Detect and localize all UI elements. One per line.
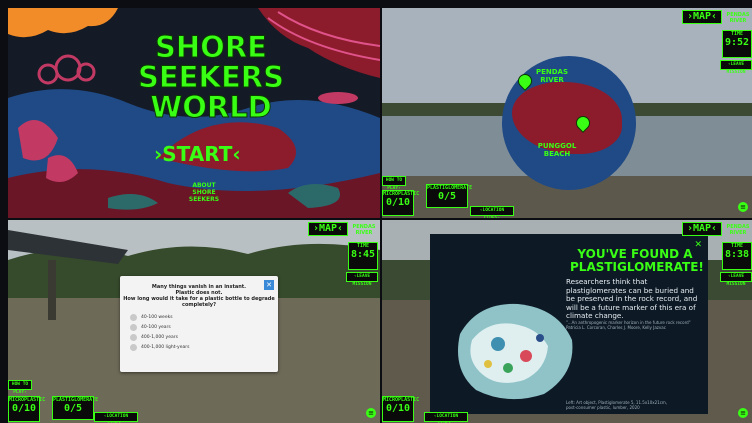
image-caption: Left: Art object, Plastiglomerate 5, 11.… [566,400,704,410]
menu-icon[interactable]: ≡ [738,202,748,212]
start-button[interactable]: ›START‹ [154,142,241,166]
quiz-option[interactable]: 400-1,000 light-years [130,344,278,351]
menu-icon[interactable]: ≡ [366,408,376,418]
microplastic-value: 0/10 [385,197,411,208]
quiz-close-button[interactable]: ✕ [264,280,274,290]
map-button[interactable]: ›MAP‹ [682,10,722,24]
timer-value: 9:52 [724,37,750,48]
radio-icon [130,344,137,351]
how-to-play-button[interactable]: HOW TO PLAY› [8,380,32,395]
discovery-modal: ✕ YOU'VE FOUND A PLASTIGLOMERATE! Resear… [430,234,708,414]
current-location: PENDAS RIVER [724,224,752,236]
location-clues-button[interactable]: ‹LOCATION CLUES› [470,206,514,218]
map-button[interactable]: ›MAP‹ [682,222,722,236]
discovery-panel: ✕ YOU'VE FOUND A PLASTIGLOMERATE! Resear… [382,220,752,423]
map-button[interactable]: ›MAP‹ [308,222,348,236]
microplastic-value: 0/10 [11,403,37,414]
discovery-title: YOU'VE FOUND A PLASTIGLOMERATE! [570,248,704,274]
timer-value: 8:38 [724,249,750,260]
quiz-panel: ✕ Many things vanish in an instant. Plas… [8,220,380,423]
plastiglomerate-counter: PLASTIGLOMERATE 0/5 [426,184,472,208]
title-line: WORLD [150,90,273,124]
radio-icon [130,334,137,341]
option-label: 40-100 years [141,325,171,330]
title-line: SEEKERS [137,60,284,94]
map-panel: PENDAS RIVER PUNGGOL BEACH ›MAP‹ PENDAS … [382,8,752,218]
about-shore-seekers-link[interactable]: ABOUT SHORE SEEKERS [182,182,226,203]
title-line: SHORE [155,30,268,64]
game-title: SHORE SEEKERS WORLD [136,30,286,124]
plastiglomerate-value: 0/5 [437,191,457,202]
title-screen-panel: SHORE SEEKERS WORLD ›START‹ ABOUT SHORE … [8,8,380,218]
location-line: RIVER [355,230,373,236]
radio-icon [130,314,137,321]
quiz-option[interactable]: 40-100 years [130,324,278,331]
location-line: RIVER [729,230,747,236]
location-clues-button[interactable]: ‹LOCATION CLUES› [424,412,468,423]
timer-value: 8:45 [350,249,376,260]
radio-icon [130,324,137,331]
quiz-option[interactable]: 40-100 weeks [130,314,278,321]
plastiglomerate-counter: PLASTIGLOMERATE 0/5 [52,396,98,420]
about-line: SEEKERS [188,196,220,203]
option-label: 400-1,000 years [141,335,178,340]
discovery-title-line: PLASTIGLOMERATE! [570,260,704,274]
caption-line: post-consumer plastic, lumber, 2020 [566,405,640,410]
quiz-dialog: ✕ Many things vanish in an instant. Plas… [120,276,278,372]
map-place-label: PUNGGOL BEACH [537,142,577,158]
option-label: 40-100 weeks [141,315,173,320]
discovery-body: Researchers think that plastiglomerates … [566,277,698,320]
map-place-label: PENDAS RIVER [535,68,569,84]
location-line: RIVER [729,18,747,24]
plastiglomerate-image [458,303,573,400]
how-to-play-button[interactable]: HOW TO PLAY› [382,176,406,191]
quiz-option[interactable]: 400-1,000 years [130,334,278,341]
about-line: ABOUT [192,182,216,189]
leave-mission-button[interactable]: ‹LEAVE MISSION [346,272,378,287]
menu-icon[interactable]: ≡ [738,408,748,418]
microplastic-counter: MICROPLASTIC 0/10 [8,396,45,422]
about-line: SHORE [192,189,216,196]
timer: TIME 8:45 [348,242,378,270]
leave-mission-button[interactable]: ‹LEAVE MISSION [720,60,752,75]
current-location: PENDAS RIVER [724,12,752,24]
microplastic-value: 0/10 [385,403,411,414]
timer: TIME 9:52 [722,30,752,58]
quiz-question: Many things vanish in an instant. Plasti… [120,284,278,308]
location-clues-button[interactable]: ‹LOCATION CLUES› [94,412,138,423]
current-location: PENDAS RIVER [350,224,378,236]
microplastic-counter: MICROPLASTIC 0/10 [382,190,419,216]
discovery-citation: "...An anthropogenic marker horizon in t… [566,320,691,330]
leave-mission-button[interactable]: ‹LEAVE MISSION [720,272,752,287]
microplastic-counter: MICROPLASTIC 0/10 [382,396,419,422]
question-line: completely? [182,302,216,308]
option-label: 400-1,000 light-years [141,345,190,350]
plastiglomerate-value: 0/5 [63,403,83,414]
timer: TIME 8:38 [722,242,752,270]
